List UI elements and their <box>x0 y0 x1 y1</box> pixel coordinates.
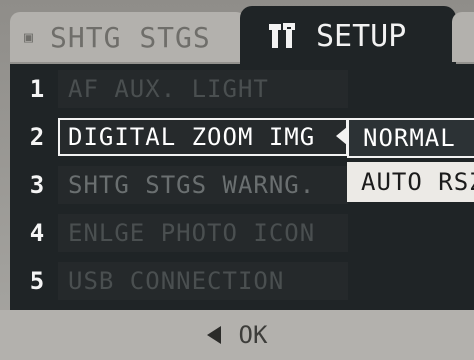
tools-icon <box>269 23 295 48</box>
menu-row-enlge-photo-icon[interactable]: 4 ENLGE PHOTO ICON <box>10 212 474 254</box>
footer-bar: OK <box>0 310 474 360</box>
tab-setup[interactable]: SETUP <box>240 6 456 66</box>
row-number: 4 <box>29 219 45 247</box>
ok-label: OK <box>238 321 268 349</box>
submenu-zoom-img-options: NORMAL AUTO RSZ <box>347 118 474 204</box>
submenu-option-normal[interactable]: NORMAL <box>347 118 474 158</box>
submenu-pointer-icon <box>336 127 347 145</box>
row-number: 1 <box>29 75 45 103</box>
menu-item-label-selected: DIGITAL ZOOM IMG <box>58 118 348 156</box>
left-triangle-icon <box>206 326 221 344</box>
tab-shooting-label: SHTG STGS <box>50 20 211 54</box>
camera-menu-screen: ▣ SHTG STGS SETUP 1 AF AUX. LIGHT 2 DIGI… <box>0 0 474 360</box>
menu-row-af-aux-light[interactable]: 1 AF AUX. LIGHT <box>10 68 474 110</box>
menu-item-label: SHTG STGS WARNG. <box>58 166 348 204</box>
row-number: 2 <box>29 123 45 151</box>
row-number: 5 <box>29 267 45 295</box>
menu-item-label: USB CONNECTION <box>58 262 348 300</box>
menu-row-usb-connection[interactable]: 5 USB CONNECTION <box>10 260 474 302</box>
tab-setup-label: SETUP <box>316 18 407 54</box>
submenu-option-auto-rsz[interactable]: AUTO RSZ <box>347 162 474 202</box>
camera-icon: ▣ <box>24 28 35 46</box>
menu-item-label: ENLGE PHOTO ICON <box>58 214 348 252</box>
tab-shooting-settings[interactable]: ▣ SHTG STGS <box>10 12 246 62</box>
setup-menu-panel: 1 AF AUX. LIGHT 2 DIGITAL ZOOM IMG 3 SHT… <box>10 64 474 310</box>
row-number: 3 <box>29 171 45 199</box>
tab-next-edge <box>452 12 474 62</box>
menu-item-label: AF AUX. LIGHT <box>58 70 348 108</box>
